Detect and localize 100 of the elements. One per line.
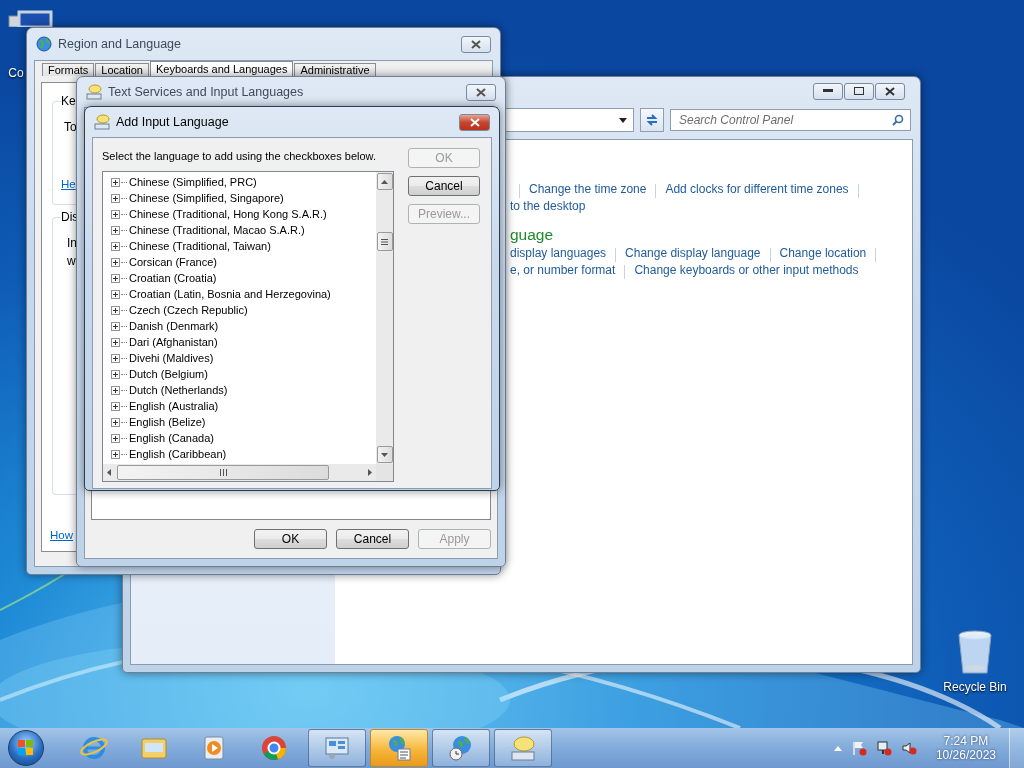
desktop-icon-label[interactable]: Co: [8, 66, 24, 80]
expand-icon[interactable]: [111, 369, 120, 379]
close-icon: [469, 117, 480, 127]
expand-icon[interactable]: [111, 177, 120, 187]
task-link[interactable]: Add clocks for different time zones: [665, 182, 849, 196]
dropdown-arrow-icon: [619, 117, 627, 123]
close-icon: [885, 86, 895, 96]
task-link[interactable]: display languages: [510, 246, 607, 260]
tree-item[interactable]: English (Caribbean): [129, 448, 227, 460]
computer-icon[interactable]: [7, 10, 53, 27]
expand-icon[interactable]: [111, 353, 120, 363]
task-link[interactable]: Change keyboards or other input methods: [634, 263, 859, 277]
taskbar-window-button[interactable]: [432, 729, 490, 767]
tree-item[interactable]: Croatian (Croatia): [129, 272, 217, 284]
expand-icon[interactable]: [111, 305, 120, 315]
refresh-button[interactable]: [640, 108, 664, 132]
task-link[interactable]: Change the time zone: [529, 182, 647, 196]
tree-item[interactable]: Chinese (Traditional, Taiwan): [129, 240, 271, 252]
dialog-button[interactable]: Cancel: [408, 176, 480, 196]
tree-item[interactable]: Dari (Afghanistan): [129, 336, 218, 348]
tree-item[interactable]: Dutch (Netherlands): [129, 384, 228, 396]
task-link[interactable]: Change display language: [625, 246, 761, 260]
tab[interactable]: Keyboards and Languages: [149, 61, 294, 76]
taskbar-window-button[interactable]: [308, 729, 366, 767]
close-button[interactable]: [466, 83, 496, 101]
task-link[interactable]: Change location: [779, 246, 867, 260]
tree-item[interactable]: Chinese (Traditional, Macao S.A.R.): [129, 224, 305, 236]
minimize-button[interactable]: [813, 82, 843, 100]
close-icon: [471, 39, 481, 49]
vertical-scrollbar[interactable]: [376, 172, 393, 464]
expand-icon[interactable]: [111, 193, 120, 203]
flag-icon[interactable]: [850, 740, 867, 756]
tree-item[interactable]: Divehi (Maldives): [129, 352, 214, 364]
taskbar-window-button[interactable]: [370, 729, 428, 767]
scroll-thumb[interactable]: [117, 465, 329, 480]
scroll-up-button[interactable]: [376, 173, 393, 190]
expand-icon[interactable]: [111, 449, 120, 459]
expand-icon[interactable]: [111, 209, 120, 219]
expand-icon[interactable]: [111, 273, 120, 283]
dialog-button[interactable]: OK: [254, 529, 327, 549]
tree-item[interactable]: Dutch (Belgium): [129, 368, 208, 380]
tree-item[interactable]: Chinese (Traditional, Hong Kong S.A.R.): [129, 208, 327, 220]
tab[interactable]: Administrative: [294, 63, 376, 76]
globe-icon: [36, 36, 52, 52]
tree-item[interactable]: Chinese (Simplified, Singapore): [129, 192, 284, 204]
scrollbar-corner: [376, 464, 393, 481]
expand-icon[interactable]: [111, 385, 120, 395]
down-arrow-icon: [381, 452, 388, 457]
close-button[interactable]: [459, 113, 490, 131]
expand-icon[interactable]: [111, 257, 120, 267]
help-link[interactable]: He: [61, 178, 76, 190]
taskbar-window-button[interactable]: [494, 729, 552, 767]
dialog-button[interactable]: Cancel: [336, 529, 409, 549]
task-link[interactable]: e, or number format: [510, 263, 616, 277]
clock-date: 10/26/2023: [935, 748, 996, 762]
tree-item[interactable]: English (Canada): [129, 432, 214, 444]
expand-icon[interactable]: [111, 225, 120, 235]
scroll-thumb[interactable]: [376, 232, 393, 251]
window-title: Text Services and Input Languages: [108, 85, 305, 99]
close-button[interactable]: [875, 82, 905, 100]
tree-item[interactable]: Danish (Denmark): [129, 320, 219, 332]
start-button[interactable]: [8, 730, 44, 766]
tab[interactable]: Formats: [42, 63, 95, 76]
tree-item[interactable]: Czech (Czech Republic): [129, 304, 248, 316]
description-text: To: [63, 120, 77, 134]
close-button[interactable]: [461, 35, 491, 53]
speaker-icon[interactable]: [900, 740, 917, 756]
expand-icon[interactable]: [111, 417, 120, 427]
tree-item[interactable]: English (Belize): [129, 416, 206, 428]
tree-item[interactable]: Croatian (Latin, Bosnia and Herzegovina): [129, 288, 331, 300]
grip-icon: [381, 238, 388, 245]
expand-icon[interactable]: [111, 337, 120, 347]
expand-icon[interactable]: [111, 321, 120, 331]
help-link[interactable]: How: [50, 529, 73, 541]
window-title: Add Input Language: [116, 115, 230, 129]
window-title: Region and Language: [58, 37, 183, 51]
task-link[interactable]: to the desktop: [510, 199, 586, 213]
tree-item[interactable]: English (Australia): [129, 400, 219, 412]
tab[interactable]: Location: [95, 63, 149, 76]
chrome-icon: [259, 733, 289, 763]
expand-icon[interactable]: [111, 401, 120, 411]
left-arrow-icon[interactable]: [107, 469, 111, 476]
language-tree[interactable]: [102, 171, 394, 482]
recycle-bin-icon[interactable]: [957, 630, 993, 676]
refresh-icon: [645, 113, 659, 127]
expand-icon[interactable]: [111, 433, 120, 443]
keyboard-balloon-icon: [86, 84, 102, 100]
expand-icon[interactable]: [111, 241, 120, 251]
search-field[interactable]: Search Control Panel: [670, 109, 911, 131]
desktop-icon-label[interactable]: Recycle Bin: [943, 680, 1007, 694]
up-arrow-icon: [381, 179, 388, 184]
keyboard-balloon-icon: [94, 114, 110, 130]
scroll-down-button[interactable]: [376, 446, 393, 463]
network-icon[interactable]: [875, 740, 892, 756]
tree-item[interactable]: Chinese (Simplified, PRC): [129, 176, 257, 188]
horizontal-scrollbar[interactable]: [103, 464, 376, 481]
maximize-button[interactable]: [844, 82, 874, 100]
expand-icon[interactable]: [111, 289, 120, 299]
tree-item[interactable]: Corsican (France): [129, 256, 218, 268]
right-arrow-icon[interactable]: [368, 469, 372, 476]
